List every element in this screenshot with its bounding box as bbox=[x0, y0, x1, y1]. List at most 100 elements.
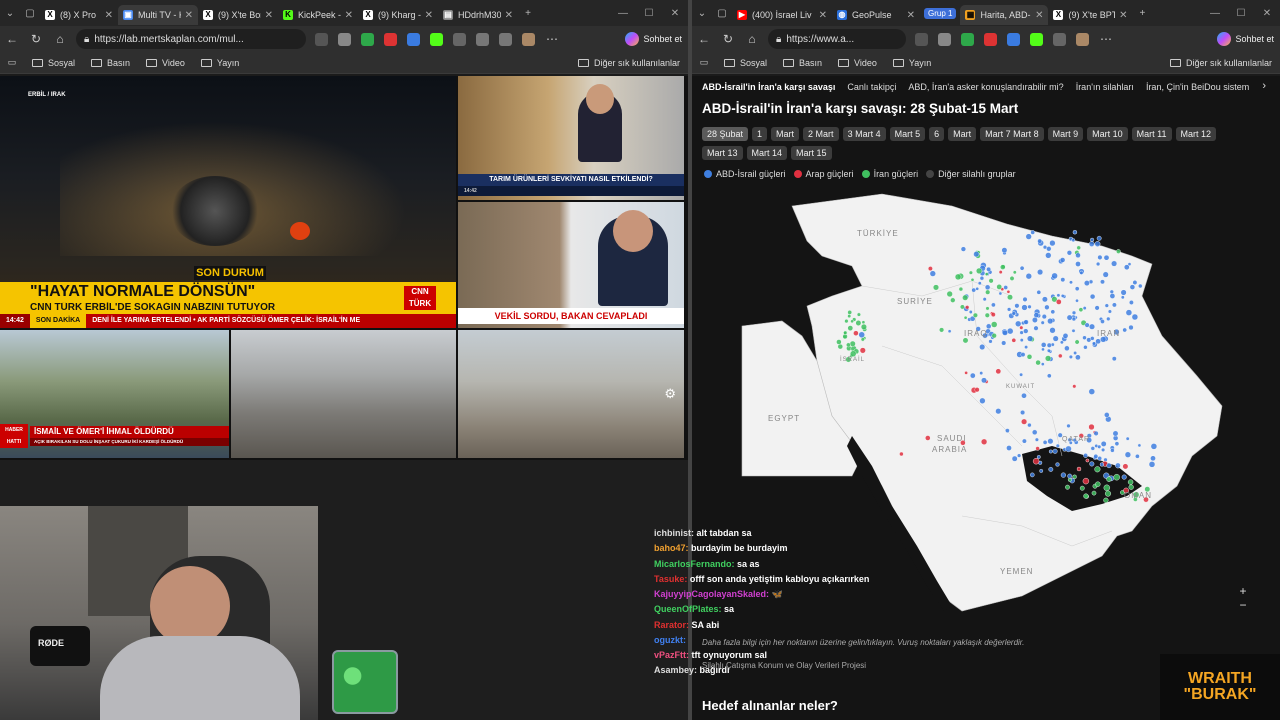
event-marker[interactable] bbox=[1007, 307, 1012, 312]
tab-israel-live[interactable]: ▶ (400) İsrael Liv ✕ bbox=[732, 5, 832, 25]
tab-harita[interactable]: ▦Harita, ABD-İs✕ bbox=[960, 5, 1049, 25]
event-marker[interactable] bbox=[1150, 443, 1158, 450]
event-marker[interactable] bbox=[1091, 490, 1097, 496]
event-marker[interactable] bbox=[995, 368, 1002, 375]
date-chip[interactable]: 6 bbox=[929, 127, 945, 141]
date-chip[interactable]: Mart 15 bbox=[791, 146, 832, 160]
video-tile-city-aerial[interactable]: ⚙ bbox=[458, 330, 684, 458]
event-marker[interactable] bbox=[1116, 249, 1121, 254]
event-marker[interactable] bbox=[1068, 354, 1073, 359]
event-marker[interactable] bbox=[1039, 468, 1044, 473]
event-marker[interactable] bbox=[853, 330, 859, 336]
event-marker[interactable] bbox=[1023, 328, 1029, 334]
event-marker[interactable] bbox=[1032, 458, 1040, 465]
event-marker[interactable] bbox=[1035, 446, 1040, 451]
event-marker[interactable] bbox=[1082, 306, 1087, 311]
event-marker[interactable] bbox=[1078, 307, 1084, 312]
event-marker[interactable] bbox=[1100, 279, 1105, 285]
date-chip[interactable]: Mart 5 bbox=[889, 127, 926, 141]
event-marker[interactable] bbox=[1031, 317, 1038, 323]
event-marker[interactable] bbox=[1071, 238, 1076, 243]
event-marker[interactable] bbox=[946, 290, 953, 298]
event-marker[interactable] bbox=[959, 304, 965, 310]
event-marker[interactable] bbox=[843, 330, 848, 335]
event-marker[interactable] bbox=[1046, 373, 1052, 379]
event-marker[interactable] bbox=[1150, 455, 1156, 462]
event-marker[interactable] bbox=[979, 397, 986, 404]
event-marker[interactable] bbox=[965, 305, 970, 310]
refresh-icon[interactable]: ↻ bbox=[24, 32, 48, 46]
event-marker[interactable] bbox=[1095, 338, 1101, 345]
event-marker[interactable] bbox=[995, 408, 1002, 415]
event-marker[interactable] bbox=[1036, 455, 1041, 459]
event-marker[interactable] bbox=[1059, 257, 1066, 263]
event-marker[interactable] bbox=[846, 342, 851, 348]
event-marker[interactable] bbox=[964, 371, 968, 375]
event-marker[interactable] bbox=[1027, 335, 1034, 342]
video-tile-main[interactable]: ERBİL / IRAK SON DURUM "HAYAT NORMALE DÖ… bbox=[0, 76, 456, 328]
event-marker[interactable] bbox=[1072, 474, 1077, 479]
event-marker[interactable] bbox=[1127, 479, 1134, 485]
event-marker[interactable] bbox=[972, 312, 978, 318]
event-marker[interactable] bbox=[1097, 254, 1103, 260]
event-marker[interactable] bbox=[990, 312, 996, 318]
event-marker[interactable] bbox=[842, 333, 848, 340]
event-marker[interactable] bbox=[1065, 445, 1072, 453]
event-marker[interactable] bbox=[1124, 451, 1132, 458]
event-marker[interactable] bbox=[1047, 318, 1054, 325]
event-marker[interactable] bbox=[1045, 252, 1052, 259]
event-marker[interactable] bbox=[1129, 284, 1136, 290]
event-marker[interactable] bbox=[1075, 252, 1081, 259]
event-marker[interactable] bbox=[929, 270, 936, 277]
event-marker[interactable] bbox=[1019, 325, 1024, 330]
topic-link[interactable]: Canlı takipçi bbox=[847, 82, 896, 92]
tab-kickpeek[interactable]: KKickPeek - K✕ bbox=[278, 5, 358, 25]
avatar[interactable] bbox=[1076, 32, 1089, 46]
event-marker[interactable] bbox=[1088, 388, 1095, 395]
event-marker[interactable] bbox=[1041, 296, 1048, 303]
event-marker[interactable] bbox=[1071, 328, 1076, 333]
chat-username[interactable]: vPazFtt: bbox=[654, 650, 689, 660]
event-marker[interactable] bbox=[1071, 316, 1077, 322]
event-marker[interactable] bbox=[861, 320, 866, 324]
event-marker[interactable] bbox=[1036, 290, 1042, 295]
event-marker[interactable] bbox=[1148, 461, 1156, 468]
event-marker[interactable] bbox=[1100, 440, 1107, 447]
event-marker[interactable] bbox=[1007, 294, 1013, 301]
chat-username[interactable]: oguzkt: bbox=[654, 635, 686, 645]
more-icon[interactable]: ⋯ bbox=[1094, 32, 1118, 46]
event-marker[interactable] bbox=[1064, 345, 1070, 352]
event-marker[interactable] bbox=[985, 289, 991, 295]
event-marker[interactable] bbox=[1055, 299, 1062, 305]
legend-item[interactable]: Arap güçleri bbox=[793, 169, 854, 179]
video-tile-agriculture[interactable]: TARIM ÜRÜNLERİ SEVKİYATI NASIL ETKİLENDİ… bbox=[458, 76, 684, 200]
event-marker[interactable] bbox=[1041, 347, 1045, 352]
event-marker[interactable] bbox=[950, 297, 956, 303]
close-window-icon[interactable]: ✕ bbox=[1254, 8, 1280, 19]
minimize-icon[interactable]: — bbox=[1202, 8, 1228, 19]
event-marker[interactable] bbox=[1132, 280, 1138, 285]
event-marker[interactable] bbox=[968, 310, 973, 314]
event-marker[interactable] bbox=[947, 329, 952, 333]
close-icon[interactable]: ✕ bbox=[907, 10, 915, 21]
event-marker[interactable] bbox=[984, 284, 991, 291]
event-marker[interactable] bbox=[859, 347, 866, 354]
event-marker[interactable] bbox=[1092, 341, 1097, 346]
event-marker[interactable] bbox=[1007, 327, 1014, 335]
event-marker[interactable] bbox=[1040, 362, 1045, 366]
event-marker[interactable] bbox=[1109, 289, 1114, 294]
event-marker[interactable] bbox=[1052, 335, 1059, 342]
event-marker[interactable] bbox=[1067, 477, 1072, 482]
event-marker[interactable] bbox=[1019, 338, 1024, 343]
workspaces-icon[interactable]: ▢ bbox=[20, 0, 40, 26]
video-tile-news[interactable]: HABER HATTI İSMAİL VE ÖMER'İ İHMAL ÖLDÜR… bbox=[0, 330, 229, 458]
event-marker[interactable] bbox=[1135, 453, 1140, 459]
favorite-yayin[interactable]: Yayın bbox=[892, 58, 931, 68]
event-marker[interactable] bbox=[927, 266, 933, 272]
date-chip[interactable]: 2 Mart bbox=[803, 127, 839, 141]
event-marker[interactable] bbox=[1019, 265, 1025, 271]
event-marker[interactable] bbox=[1109, 293, 1116, 299]
maximize-icon[interactable]: ☐ bbox=[636, 8, 662, 19]
event-marker[interactable] bbox=[963, 315, 968, 320]
event-marker[interactable] bbox=[1011, 311, 1016, 316]
